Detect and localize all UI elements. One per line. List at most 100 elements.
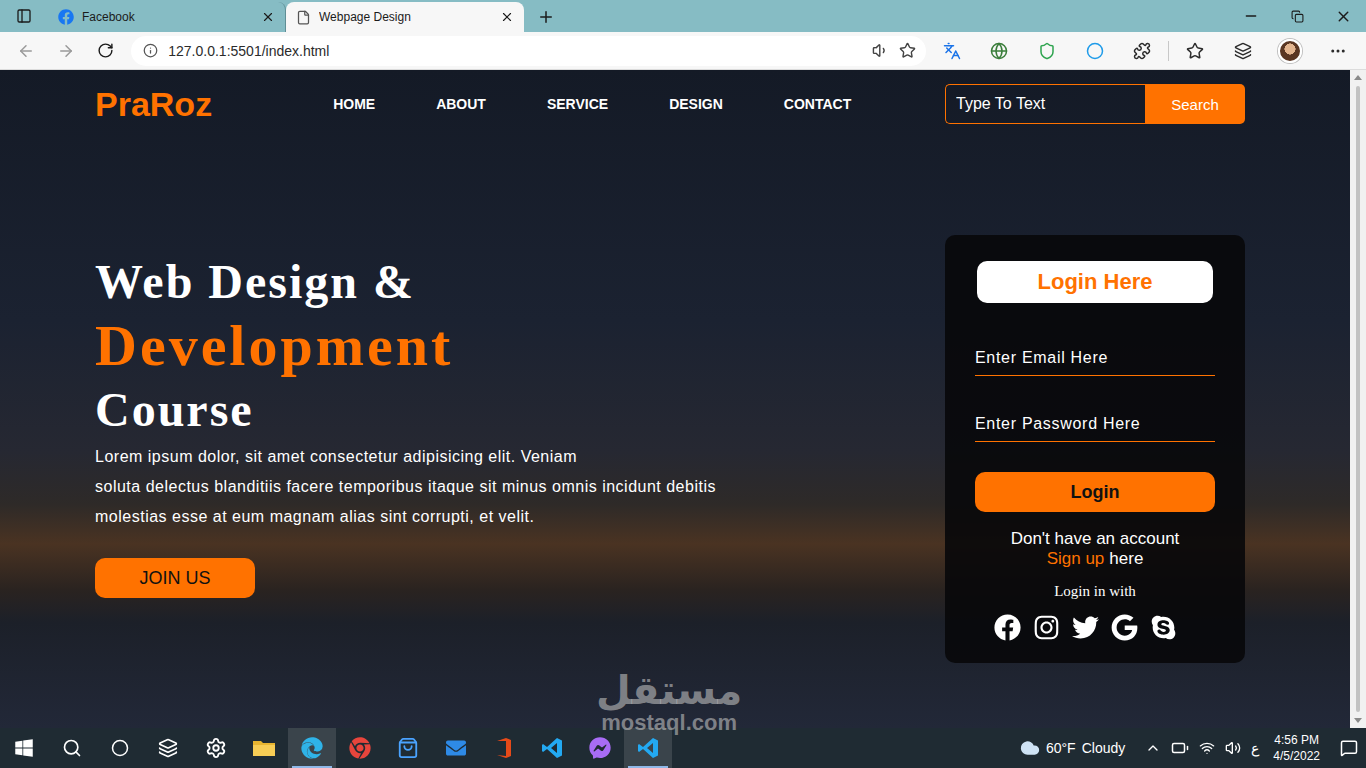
nav-link[interactable]: SERVICE [547, 96, 608, 112]
taskbar-app[interactable] [384, 728, 432, 768]
mail-icon [446, 738, 466, 758]
profile-button[interactable] [1269, 36, 1313, 66]
translate-button[interactable] [930, 36, 974, 66]
toolbar-divider [1168, 41, 1169, 61]
email-input[interactable] [975, 340, 1215, 376]
taskbar-app[interactable] [192, 728, 240, 768]
minimize-button[interactable] [1228, 0, 1274, 32]
new-tab-button[interactable] [528, 2, 564, 32]
cloud-icon [1020, 738, 1040, 758]
login-button[interactable]: Login [975, 472, 1215, 512]
volume-icon[interactable] [1225, 740, 1241, 756]
nav-link[interactable]: ABOUT [436, 96, 486, 112]
grammar-button[interactable] [1073, 36, 1117, 66]
collections-button[interactable] [1221, 36, 1265, 66]
nav-link[interactable]: HOME [333, 96, 375, 112]
read-aloud-icon[interactable] [872, 42, 889, 59]
instagram-icon[interactable] [1033, 614, 1060, 641]
puzzle-icon [1133, 42, 1151, 60]
scrollbar[interactable] [1350, 70, 1366, 728]
taskbar-app[interactable] [480, 728, 528, 768]
minimize-icon [1243, 8, 1259, 24]
forward-button[interactable] [48, 36, 84, 66]
social-row [994, 614, 1197, 641]
battery-icon[interactable] [1171, 739, 1189, 757]
extension-button[interactable] [977, 36, 1021, 66]
nav-link[interactable]: DESIGN [669, 96, 723, 112]
hero-title: Web Design & [95, 250, 415, 314]
extensions-button[interactable] [1121, 36, 1165, 66]
close-icon[interactable] [261, 10, 275, 24]
twitter-icon[interactable] [1072, 614, 1099, 641]
chevron-icon[interactable] [1145, 740, 1161, 756]
favorites-button[interactable] [1173, 36, 1217, 66]
watermark: مستقلmostaql.com [596, 670, 742, 734]
social-title: Login in with [1054, 583, 1136, 600]
tab-actions-button[interactable] [0, 0, 48, 32]
clock[interactable]: 4:56 PM4/5/2022 [1269, 732, 1330, 764]
scroll-thumb[interactable] [1356, 86, 1360, 712]
globe-icon [990, 42, 1008, 60]
taskbar-app[interactable] [240, 728, 288, 768]
search-icon [62, 738, 82, 758]
start-button[interactable] [0, 728, 48, 768]
main-section: Web Design &DevelopmentCourseLorem ipsum… [95, 235, 1245, 663]
window-controls [1228, 0, 1366, 32]
signup-text: Don't have an accountSign uphere [1011, 529, 1180, 569]
address-bar[interactable]: 127.0.0.1:5501/index.html [131, 36, 926, 66]
taskbar-app[interactable] [336, 728, 384, 768]
more-icon [1329, 42, 1347, 60]
login-title: Login Here [977, 261, 1213, 303]
search-input[interactable] [945, 84, 1145, 124]
cortana-button[interactable] [96, 728, 144, 768]
chrome-icon [349, 737, 371, 759]
browser-tab[interactable]: Webpage Design [286, 2, 524, 32]
refresh-button[interactable] [88, 36, 124, 66]
adblock-button[interactable] [1025, 36, 1069, 66]
password-input[interactable] [975, 406, 1215, 442]
system-tray: 60°FCloudy ع 4:56 PM4/5/2022 [1020, 728, 1366, 768]
search-box: Search [945, 84, 1245, 124]
taskbar: 60°FCloudy ع 4:56 PM4/5/2022 [0, 728, 1366, 768]
facebook-icon[interactable] [994, 614, 1021, 641]
google-icon[interactable] [1111, 614, 1138, 641]
skype-icon[interactable] [1150, 614, 1177, 641]
login-card: Login Here Login Don't have an accountSign… [945, 235, 1245, 663]
forward-icon [57, 42, 75, 60]
store-icon [397, 737, 419, 759]
join-button[interactable]: JOIN US [95, 558, 255, 598]
vscode-icon [541, 737, 563, 759]
close-icon[interactable] [500, 10, 514, 24]
signup-link[interactable]: Sign up [1047, 549, 1105, 569]
favorites-icon [1186, 42, 1204, 60]
browser-tab[interactable]: Facebook [48, 2, 286, 32]
language-indicator[interactable]: ع [1251, 740, 1259, 756]
close-button[interactable] [1320, 0, 1366, 32]
search-button[interactable] [48, 728, 96, 768]
edge-icon [301, 737, 323, 759]
folder-icon [252, 738, 276, 758]
taskbar-app[interactable] [432, 728, 480, 768]
notifications-icon[interactable] [1340, 739, 1358, 757]
webpage: PraRoz HOME ABOUT SERVICE DESIGN CONTACT Searc… [0, 70, 1350, 728]
paragraph-line: molestias esse at eum magnam alias sint … [95, 502, 716, 532]
hero-paragraph: Lorem ipsum dolor, sit amet consectetur … [95, 442, 716, 532]
nav-link[interactable]: CONTACT [784, 96, 851, 112]
taskbar-app[interactable] [624, 728, 672, 768]
menu-button[interactable] [1316, 36, 1360, 66]
logo: PraRoz [95, 85, 212, 124]
favorite-icon[interactable] [899, 42, 916, 59]
weather[interactable]: 60°FCloudy [1020, 738, 1125, 758]
messenger-icon [589, 737, 611, 759]
taskbar-app[interactable] [528, 728, 576, 768]
facebook-icon [58, 9, 74, 25]
taskbar-app[interactable] [288, 728, 336, 768]
task-view-button[interactable] [144, 728, 192, 768]
search-button[interactable]: Search [1145, 84, 1245, 124]
hero-title-accent: Development [95, 314, 453, 378]
hero: Web Design &DevelopmentCourseLorem ipsum… [95, 250, 716, 598]
back-button[interactable] [8, 36, 44, 66]
taskbar-app[interactable] [576, 728, 624, 768]
wifi-icon[interactable] [1199, 740, 1215, 756]
restore-button[interactable] [1274, 0, 1320, 32]
